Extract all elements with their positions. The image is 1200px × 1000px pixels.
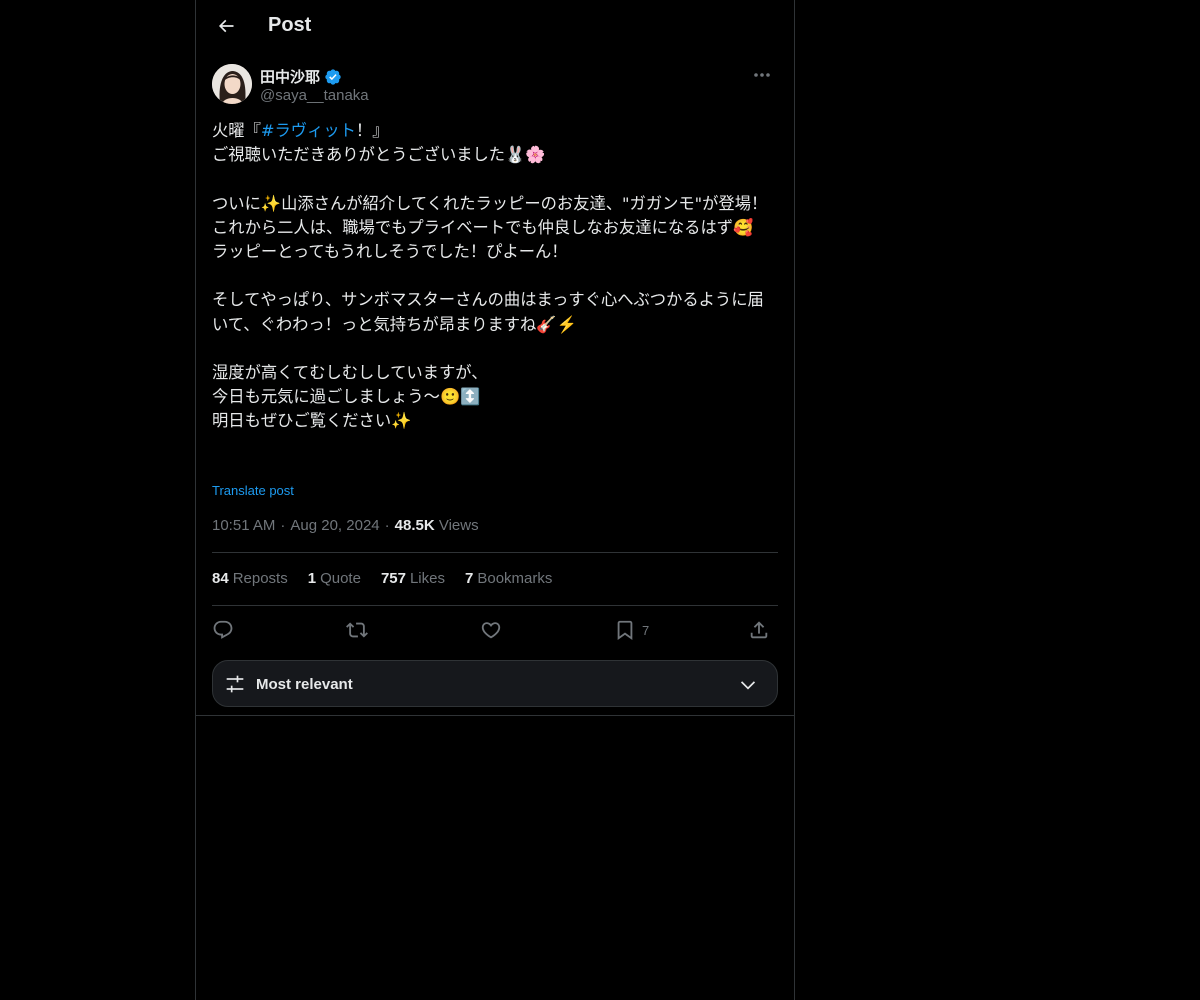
back-button[interactable] bbox=[208, 8, 244, 44]
reply-sort-dropdown[interactable]: Most relevant bbox=[212, 660, 778, 707]
post-date[interactable]: Aug 20, 2024 bbox=[290, 517, 379, 534]
sort-label: Most relevant bbox=[256, 676, 353, 693]
quotes-label: Quote bbox=[320, 570, 361, 587]
translate-post-link[interactable]: Translate post bbox=[212, 483, 294, 498]
avatar-image bbox=[212, 64, 252, 104]
likes-stat[interactable]: 757 Likes bbox=[381, 570, 445, 587]
divider bbox=[212, 605, 778, 606]
repost-icon bbox=[346, 622, 368, 638]
bookmark-button[interactable]: 7 bbox=[614, 614, 649, 646]
more-dots-icon bbox=[754, 73, 770, 77]
reply-button[interactable] bbox=[212, 614, 234, 646]
likes-count: 757 bbox=[380, 570, 406, 587]
author-name-text: 田中沙耶 bbox=[260, 69, 321, 86]
like-button[interactable] bbox=[480, 614, 502, 646]
chevron-down-icon bbox=[740, 681, 756, 690]
post-meta: 10:51 AM · Aug 20, 2024 · 48.5K Views bbox=[212, 517, 479, 534]
share-icon bbox=[750, 621, 768, 639]
divider bbox=[196, 715, 794, 716]
bookmarks-label: Bookmarks bbox=[477, 570, 553, 587]
views-count: 48.5K bbox=[394, 517, 435, 534]
divider bbox=[212, 552, 778, 553]
meta-separator: · bbox=[384, 517, 390, 534]
views-label: Views bbox=[438, 517, 479, 534]
author-name[interactable]: 田中沙耶 bbox=[260, 66, 342, 87]
action-bar: 7 bbox=[212, 614, 778, 646]
tweet-text: 火曜『#ラヴィット！』 ご視聴いただきありがとうございました🐰🌸 ついに✨山添さ… bbox=[212, 119, 778, 434]
bookmarks-count: 7 bbox=[465, 570, 474, 587]
tweet-line1-prefix: 火曜『 bbox=[212, 121, 261, 140]
bookmark-icon bbox=[617, 620, 633, 641]
post-column: Post 田中沙耶 @saya__tanaka 火曜『#ラヴィット！』 ご視聴い… bbox=[195, 0, 795, 1000]
author-handle[interactable]: @saya__tanaka bbox=[260, 87, 369, 104]
bookmark-count: 7 bbox=[642, 622, 650, 638]
heart-icon bbox=[481, 622, 501, 639]
post-stats: 84 Reposts 1 Quote 757 Likes 7 Bookmarks bbox=[212, 570, 552, 587]
reposts-count: 84 bbox=[212, 570, 229, 587]
reply-icon bbox=[213, 620, 233, 639]
likes-label: Likes bbox=[409, 570, 445, 587]
meta-separator: · bbox=[280, 517, 286, 534]
hashtag-link[interactable]: #ラヴィット bbox=[261, 121, 356, 140]
arrow-left-icon bbox=[218, 19, 234, 33]
share-button[interactable] bbox=[748, 614, 770, 646]
post-time[interactable]: 10:51 AM bbox=[212, 517, 275, 534]
reposts-label: Reposts bbox=[232, 570, 288, 587]
views[interactable]: 48.5K Views bbox=[395, 517, 479, 534]
author-block: 田中沙耶 @saya__tanaka bbox=[212, 64, 778, 108]
sliders-icon bbox=[226, 675, 244, 693]
repost-button[interactable] bbox=[346, 614, 368, 646]
tweet-body: ご視聴いただきありがとうございました🐰🌸 ついに✨山添さんが紹介してくれたラッピ… bbox=[212, 145, 768, 431]
verified-badge-icon bbox=[325, 68, 341, 85]
bookmarks-stat[interactable]: 7 Bookmarks bbox=[465, 570, 552, 587]
page-title: Post bbox=[268, 14, 312, 36]
quotes-count: 1 bbox=[307, 570, 317, 587]
avatar[interactable] bbox=[212, 64, 252, 104]
header: Post bbox=[196, 0, 794, 55]
more-options-button[interactable] bbox=[746, 64, 778, 86]
quotes-stat[interactable]: 1 Quote bbox=[308, 570, 361, 587]
reposts-stat[interactable]: 84 Reposts bbox=[212, 570, 288, 587]
tweet-line1-suffix: ！』 bbox=[355, 121, 389, 140]
